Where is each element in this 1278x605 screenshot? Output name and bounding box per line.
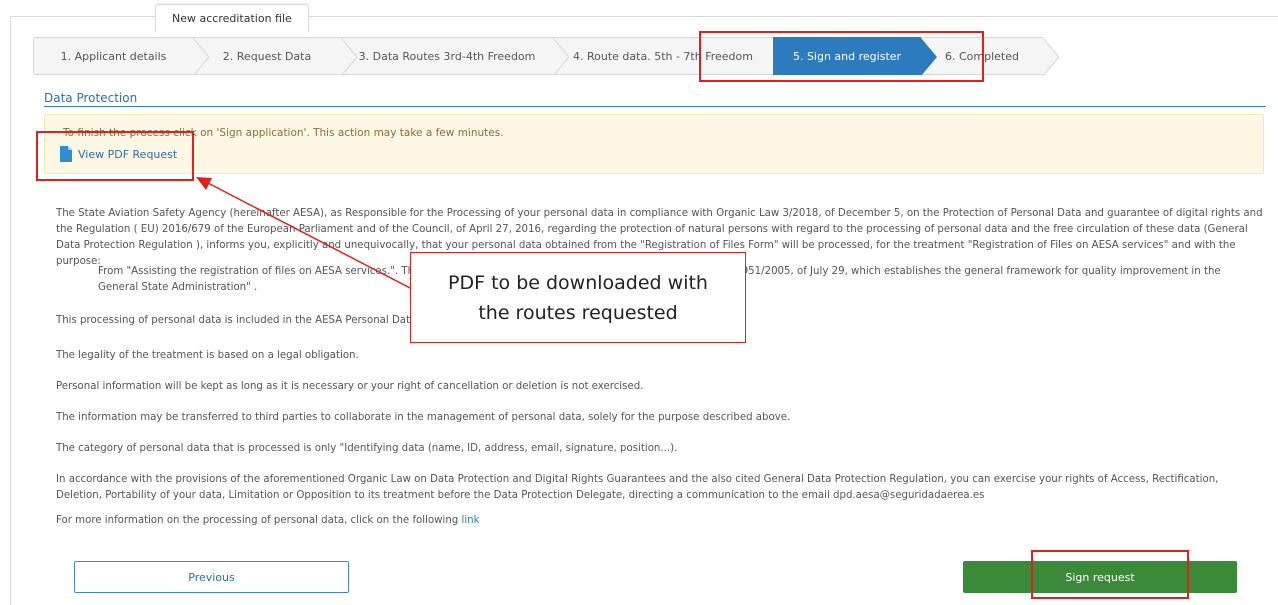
callout-line-1: PDF to be downloaded with [448, 271, 708, 294]
chevron-separator-icon [773, 38, 789, 76]
chevron-separator-icon [921, 38, 937, 76]
annotation-callout: PDF to be downloaded with the routes req… [410, 252, 746, 343]
chevron-separator-icon [341, 38, 357, 76]
chevron-separator-icon [193, 38, 209, 76]
callout-line-2: the routes requested [478, 301, 678, 324]
chevron-separator-icon [1043, 38, 1059, 76]
chevron-separator-icon [553, 38, 569, 76]
